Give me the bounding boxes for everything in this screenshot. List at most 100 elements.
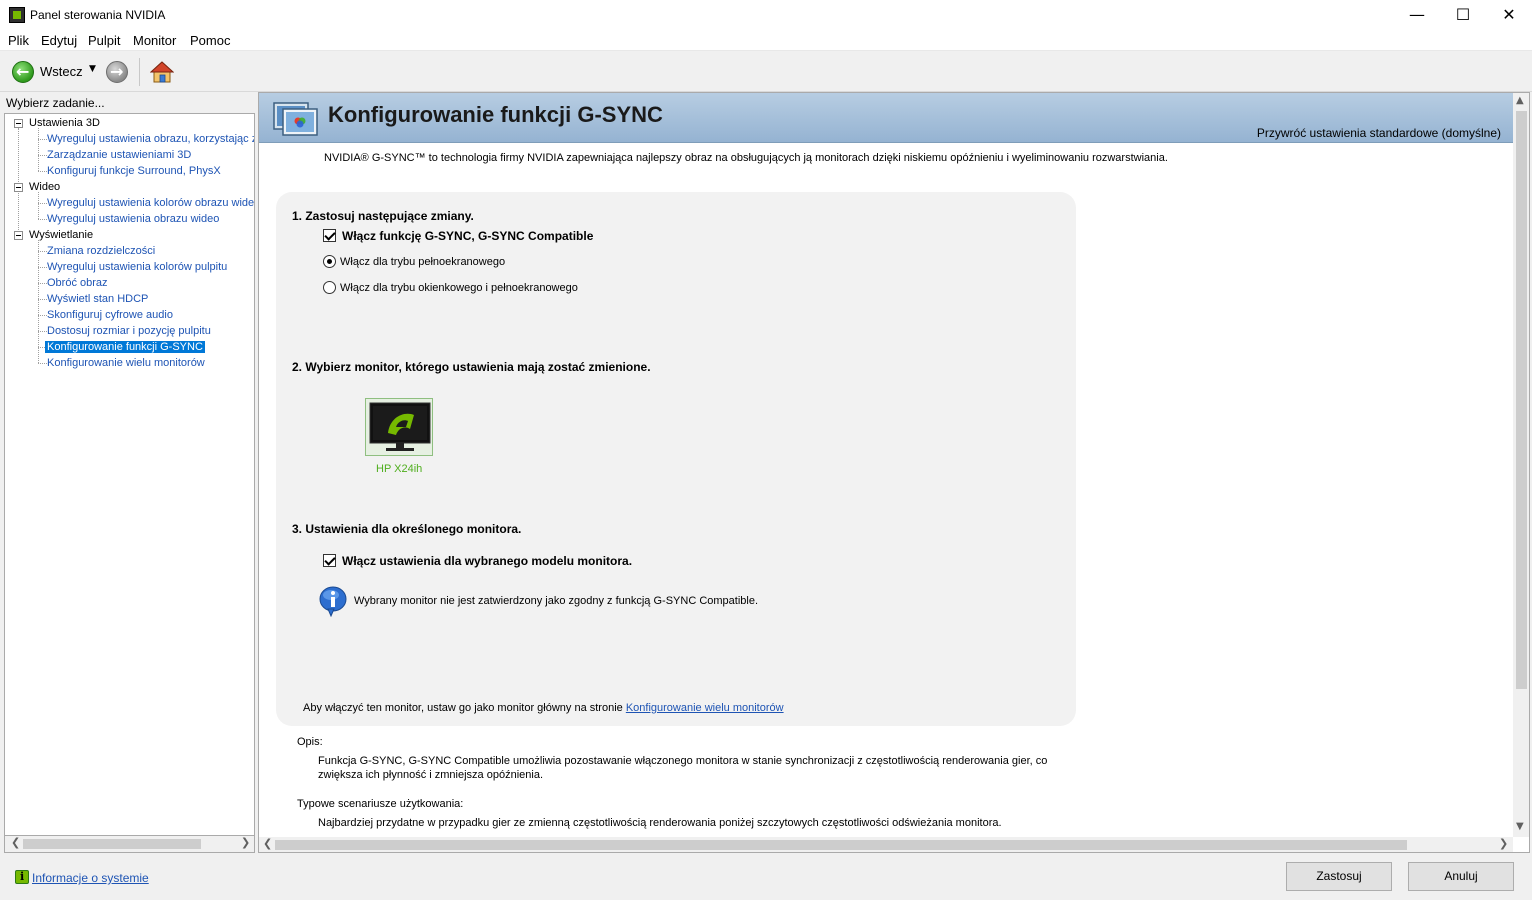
info-message: Wybrany monitor nie jest zatwierdzony ja… bbox=[354, 595, 759, 607]
page-header: Konfigurowanie funkcji G-SYNC Przywróć u… bbox=[259, 93, 1513, 143]
fullscreen-mode-radio[interactable] bbox=[323, 255, 336, 268]
menu-bar: Plik Edytuj Pulpit Monitor Pomoc bbox=[0, 30, 1532, 51]
system-info-link[interactable]: Informacje o systemie bbox=[32, 871, 149, 885]
intro-text: NVIDIA® G-SYNC™ to technologia firmy NVI… bbox=[324, 152, 1168, 164]
restore-defaults-link[interactable]: Przywróć ustawienia standardowe (domyśln… bbox=[1257, 126, 1501, 140]
windowed-mode-radio[interactable] bbox=[323, 281, 336, 294]
step1-heading: 1. Zastosuj następujące zmiany. bbox=[292, 209, 474, 223]
scroll-left-arrow-icon[interactable]: ❮ bbox=[11, 836, 20, 849]
tree-connector bbox=[38, 139, 47, 140]
back-button-label[interactable]: Wstecz bbox=[40, 64, 83, 79]
maximize-button[interactable]: ☐ bbox=[1440, 0, 1486, 30]
tree-connector bbox=[38, 251, 47, 252]
tree-connector bbox=[38, 219, 47, 220]
cancel-button[interactable]: Anuluj bbox=[1408, 862, 1514, 891]
menu-edit[interactable]: Edytuj bbox=[41, 33, 77, 48]
tree-item-surround-physx[interactable]: Konfiguruj funkcje Surround, PhysX bbox=[47, 165, 221, 177]
scrollbar-thumb[interactable] bbox=[275, 840, 1407, 850]
page-title: Konfigurowanie funkcji G-SYNC bbox=[328, 102, 663, 127]
description-body: Funkcja G-SYNC, G-SYNC Compatible umożli… bbox=[318, 755, 1048, 781]
scrollbar-thumb[interactable] bbox=[23, 839, 201, 849]
tree-connector bbox=[38, 128, 39, 171]
home-icon[interactable] bbox=[150, 60, 174, 84]
tree-item-rotate-display[interactable]: Obróć obraz bbox=[47, 277, 108, 289]
windowed-mode-label[interactable]: Włącz dla trybu okienkowego i pełnoekran… bbox=[340, 282, 578, 294]
multiple-displays-link[interactable]: Konfigurowanie wielu monitorów bbox=[626, 702, 784, 714]
scrollbar-thumb[interactable] bbox=[1516, 111, 1527, 689]
collapse-toggle-3d[interactable] bbox=[14, 119, 23, 128]
content-panel: Konfigurowanie funkcji G-SYNC Przywróć u… bbox=[258, 92, 1530, 853]
forward-arrow-icon[interactable] bbox=[106, 61, 128, 83]
menu-file[interactable]: Plik bbox=[8, 33, 29, 48]
primary-monitor-hint-text: Aby włączyć ten monitor, ustaw go jako m… bbox=[303, 702, 626, 714]
tree-connector bbox=[38, 267, 47, 268]
description-heading: Opis: bbox=[297, 736, 323, 748]
nvidia-monitor-icon bbox=[369, 402, 431, 451]
tree-connector bbox=[38, 192, 39, 219]
tree-item-desktop-color[interactable]: Wyreguluj ustawienia kolorów pulpitu bbox=[47, 261, 227, 273]
task-label: Wybierz zadanie... bbox=[6, 96, 105, 110]
collapse-toggle-display[interactable] bbox=[14, 231, 23, 240]
menu-desktop[interactable]: Pulpit bbox=[88, 33, 121, 48]
tree-connector bbox=[38, 240, 39, 363]
toolbar-separator bbox=[139, 58, 140, 86]
monitor-tile[interactable] bbox=[365, 398, 433, 456]
tree-item-video-image[interactable]: Wyreguluj ustawienia obrazu wideo bbox=[47, 213, 219, 225]
system-info-icon[interactable] bbox=[15, 870, 29, 884]
scroll-right-arrow-icon[interactable]: ❯ bbox=[241, 836, 250, 849]
toolbar: Wstecz ▼ bbox=[0, 52, 1532, 92]
step3-heading: 3. Ustawienia dla określonego monitora. bbox=[292, 522, 522, 536]
tree-connector bbox=[38, 363, 47, 364]
tree-connector bbox=[38, 331, 47, 332]
apply-button[interactable]: Zastosuj bbox=[1286, 862, 1392, 891]
task-tree: Ustawienia 3D Wyreguluj ustawienia obraz… bbox=[4, 113, 255, 836]
monitor-settings-icon bbox=[273, 102, 318, 136]
collapse-toggle-video[interactable] bbox=[14, 183, 23, 192]
scroll-right-arrow-icon[interactable]: ❯ bbox=[1499, 837, 1508, 850]
gsync-enable-label[interactable]: Włącz funkcję G-SYNC, G-SYNC Compatible bbox=[342, 229, 593, 243]
tree-connector bbox=[18, 128, 19, 236]
tree-item-gsync[interactable]: Konfigurowanie funkcji G-SYNC bbox=[45, 341, 205, 353]
tree-item-manage-3d[interactable]: Zarządzanie ustawieniami 3D bbox=[47, 149, 191, 161]
tree-connector bbox=[38, 203, 47, 204]
usage-body: Najbardziej przydatne w przypadku gier z… bbox=[318, 817, 1002, 829]
title-bar: Panel sterowania NVIDIA — ☐ ✕ bbox=[0, 0, 1532, 30]
window-title: Panel sterowania NVIDIA bbox=[30, 8, 166, 22]
tree-connector bbox=[38, 171, 47, 172]
content-horizontal-scrollbar[interactable]: ❮ ❯ bbox=[259, 837, 1513, 852]
tree-connector bbox=[38, 299, 47, 300]
tree-connector bbox=[38, 155, 47, 156]
sidebar-horizontal-scrollbar[interactable]: ❮ ❯ bbox=[4, 836, 255, 853]
back-arrow-icon[interactable] bbox=[12, 61, 34, 83]
menu-monitor[interactable]: Monitor bbox=[133, 33, 176, 48]
content-vertical-scrollbar[interactable]: ▲ ▼ bbox=[1513, 93, 1529, 837]
gsync-enable-checkbox[interactable] bbox=[323, 229, 336, 242]
monitor-name[interactable]: HP X24ih bbox=[376, 463, 422, 475]
tree-item-multiple-displays[interactable]: Konfigurowanie wielu monitorów bbox=[47, 357, 205, 369]
tree-connector bbox=[38, 315, 47, 316]
tree-category-display[interactable]: Wyświetlanie bbox=[29, 229, 93, 241]
nvidia-app-icon bbox=[9, 7, 25, 23]
history-dropdown-icon[interactable]: ▼ bbox=[89, 64, 96, 74]
tree-item-change-resolution[interactable]: Zmiana rozdzielczości bbox=[47, 245, 155, 257]
tree-item-digital-audio[interactable]: Skonfiguruj cyfrowe audio bbox=[47, 309, 173, 321]
fullscreen-mode-label[interactable]: Włącz dla trybu pełnoekranowego bbox=[340, 256, 505, 268]
scroll-left-arrow-icon[interactable]: ❮ bbox=[263, 837, 272, 850]
tree-category-video[interactable]: Wideo bbox=[29, 181, 60, 193]
usage-heading: Typowe scenariusze użytkowania: bbox=[297, 798, 464, 810]
tree-item-hdcp-status[interactable]: Wyświetl stan HDCP bbox=[47, 293, 148, 305]
primary-monitor-hint: Aby włączyć ten monitor, ustaw go jako m… bbox=[303, 702, 784, 714]
model-settings-checkbox[interactable] bbox=[323, 554, 336, 567]
tree-category-3d-settings[interactable]: Ustawienia 3D bbox=[29, 117, 100, 129]
tree-item-adjust-image-preview[interactable]: Wyreguluj ustawienia obrazu, korzystając… bbox=[47, 133, 254, 145]
scroll-down-arrow-icon[interactable]: ▼ bbox=[1516, 821, 1524, 832]
tree-connector bbox=[38, 283, 47, 284]
settings-panel: 1. Zastosuj następujące zmiany. Włącz fu… bbox=[276, 192, 1076, 726]
scroll-up-arrow-icon[interactable]: ▲ bbox=[1516, 95, 1524, 106]
model-settings-label[interactable]: Włącz ustawienia dla wybranego modelu mo… bbox=[342, 554, 632, 568]
minimize-button[interactable]: — bbox=[1394, 0, 1440, 30]
tree-item-video-color[interactable]: Wyreguluj ustawienia kolorów obrazu wide… bbox=[47, 197, 254, 209]
tree-item-desktop-size[interactable]: Dostosuj rozmiar i pozycję pulpitu bbox=[47, 325, 211, 337]
close-button[interactable]: ✕ bbox=[1486, 0, 1532, 30]
menu-help[interactable]: Pomoc bbox=[190, 33, 230, 48]
